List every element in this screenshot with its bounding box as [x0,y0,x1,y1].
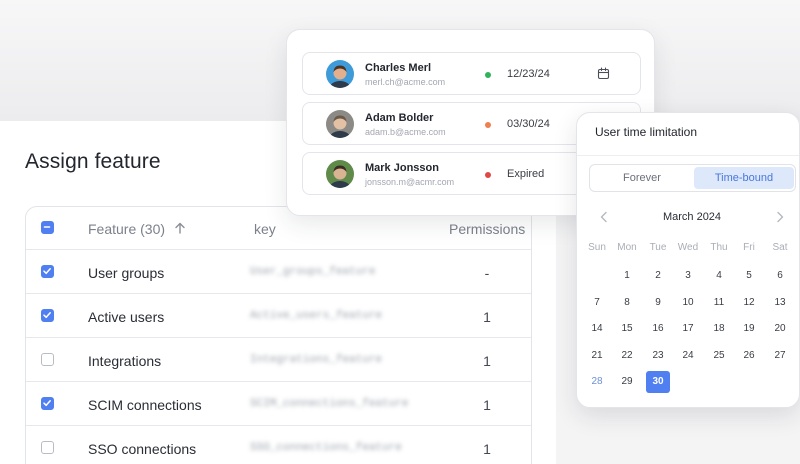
calendar-day[interactable]: 22 [615,345,639,367]
divider [577,155,799,156]
row-checkbox[interactable] [41,309,54,322]
permissions-count: - [484,265,490,281]
avatar [326,160,354,188]
weekday-label: Fri [743,242,755,253]
calendar-day[interactable]: 12 [737,292,761,314]
calendar-day[interactable]: 9 [646,292,670,314]
calendar-day[interactable]: 25 [707,345,731,367]
feature-name: SCIM connections [88,397,202,413]
user-name: Mark Jonsson [365,162,439,174]
calendar-icon[interactable] [597,67,610,80]
user-name: Charles Merl [365,62,432,74]
user-email: merl.ch@acme.com [365,77,446,87]
calendar-day[interactable]: 10 [676,292,700,314]
calendar-month-label: March 2024 [662,211,722,223]
calendar-day[interactable]: 28 [585,371,609,393]
feature-name: User groups [88,265,165,281]
feature-column-header[interactable]: Feature (30) [88,221,165,237]
status-dot [485,72,491,78]
feature-name: Integrations [88,353,162,369]
table-row[interactable]: User groups User_groups_feature - [26,250,531,294]
feature-name: SSO connections [88,441,197,457]
duration-toggle: Forever Time-bound [589,164,796,192]
feature-key: Active_users_feature [250,310,383,322]
calendar-day[interactable]: 1 [615,265,639,287]
feature-key: SCIM_connections_feature [250,398,409,410]
weekday-label: Mon [617,242,637,253]
calendar-day[interactable]: 8 [615,292,639,314]
avatar [326,60,354,88]
row-checkbox[interactable] [41,441,54,454]
weekday-label: Sat [772,242,788,253]
calendar-day[interactable]: 27 [768,345,792,367]
weekday-label: Sun [588,242,606,253]
calendar-day[interactable]: 13 [768,292,792,314]
calendar-day[interactable]: 11 [707,292,731,314]
time-limitation-title: User time limitation [595,125,698,139]
calendar-day[interactable]: 15 [615,318,639,340]
weekday-label: Tue [649,242,667,253]
avatar [326,110,354,138]
calendar-day[interactable]: 6 [768,265,792,287]
next-month-icon[interactable] [775,211,785,223]
expiry-date: Expired [507,168,545,180]
expiry-date: 03/30/24 [507,118,550,130]
user-email: jonsson.m@acmr.com [365,177,455,187]
time-bound-option[interactable]: Time-bound [694,167,794,189]
key-column-header: key [254,221,276,237]
calendar-day[interactable]: 5 [737,265,761,287]
permissions-count: 1 [483,353,491,369]
feature-name: Active users [88,309,165,325]
calendar-day[interactable]: 18 [707,318,731,340]
row-checkbox[interactable] [41,265,54,278]
feature-key: User_groups_feature [250,266,376,278]
row-checkbox[interactable] [41,353,54,366]
calendar-day[interactable]: 17 [676,318,700,340]
calendar-day[interactable]: 14 [585,318,609,340]
permissions-count: 1 [483,441,491,457]
user-email: adam.b@acme.com [365,127,446,137]
page-title: Assign feature [25,150,161,173]
table-row[interactable]: Integrations Integrations_feature 1 [26,338,531,382]
calendar-day[interactable]: 21 [585,345,609,367]
calendar-day[interactable]: 2 [646,265,670,287]
status-dot [485,122,491,128]
calendar-day[interactable]: 7 [585,292,609,314]
user-name: Adam Bolder [365,112,434,124]
calendar-day[interactable]: 4 [707,265,731,287]
select-all-checkbox[interactable] [41,221,54,234]
calendar-day[interactable]: 19 [737,318,761,340]
calendar-day[interactable]: 30 [646,371,670,393]
weekday-label: Wed [677,242,699,253]
calendar-day[interactable]: 3 [676,265,700,287]
time-limitation-card: User time limitation Forever Time-bound … [576,112,800,408]
weekday-label: Thu [710,242,728,253]
table-row[interactable]: SSO connections SSO_connections_feature 1 [26,426,531,464]
permissions-count: 1 [483,397,491,413]
calendar-day[interactable]: 29 [615,371,639,393]
table-row[interactable]: SCIM connections SCIM_connections_feature… [26,382,531,426]
sort-arrow-up-icon[interactable] [173,221,187,235]
calendar-day[interactable]: 24 [676,345,700,367]
user-row[interactable]: Charles Merl merl.ch@acme.com 12/23/24 [302,52,641,95]
feature-key: Integrations_feature [250,354,383,366]
calendar-day[interactable]: 16 [646,318,670,340]
forever-option[interactable]: Forever [594,167,690,189]
feature-key: SSO_connections_feature [250,442,402,454]
calendar-day[interactable]: 26 [737,345,761,367]
previous-month-icon[interactable] [599,211,609,223]
table-row[interactable]: Active users Active_users_feature 1 [26,294,531,338]
row-checkbox[interactable] [41,397,54,410]
status-dot [485,172,491,178]
feature-table: Feature (30) key Permissions User groups… [25,206,532,464]
expiry-date: 12/23/24 [507,68,550,80]
calendar-day[interactable]: 20 [768,318,792,340]
permissions-column-header: Permissions [449,221,526,237]
calendar-day[interactable]: 23 [646,345,670,367]
permissions-count: 1 [483,309,491,325]
